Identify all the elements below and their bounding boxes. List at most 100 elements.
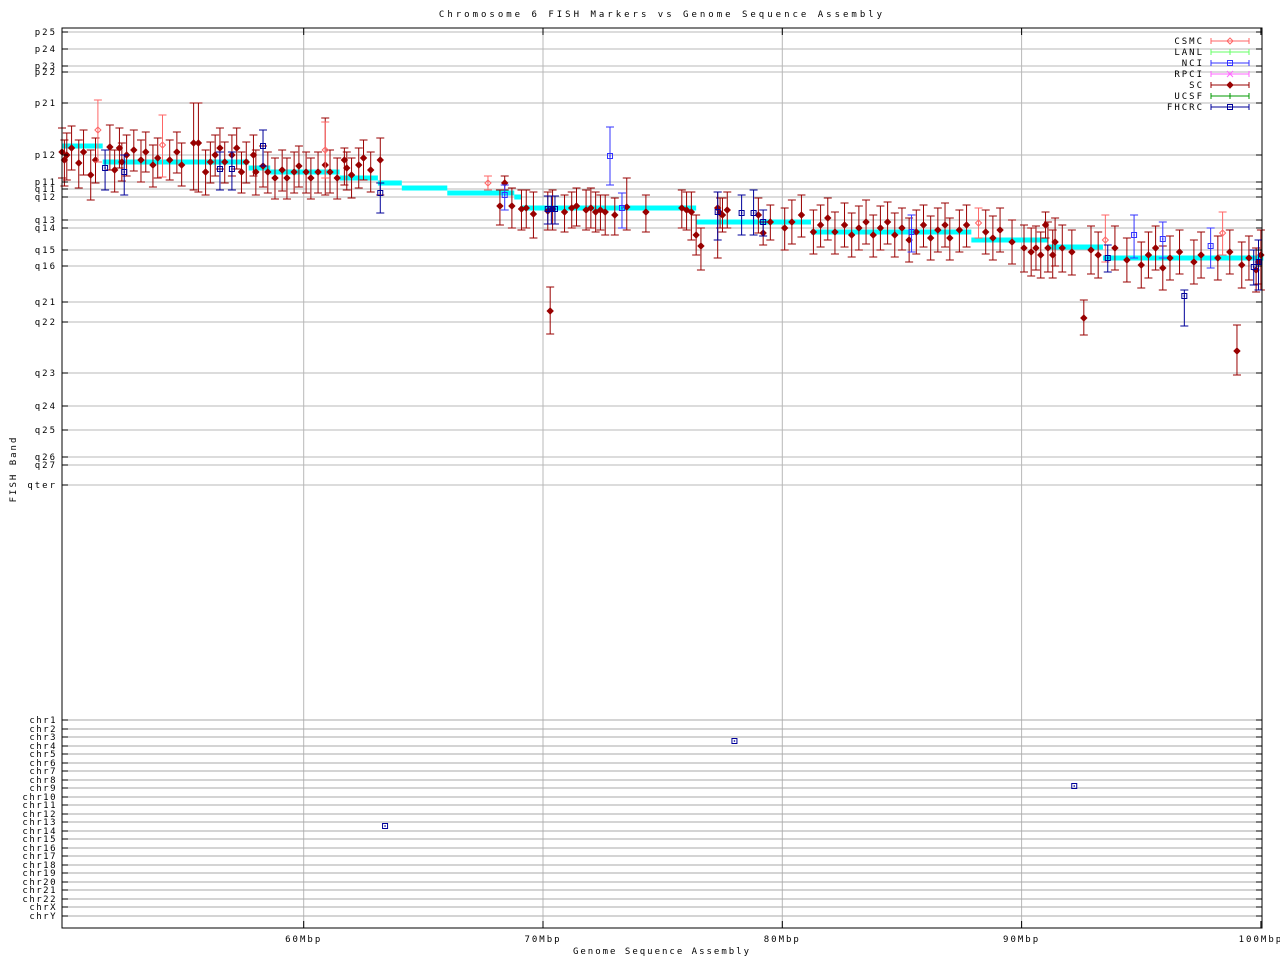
data-point-diamond	[217, 145, 223, 151]
data-point-diamond	[497, 203, 503, 209]
data-point-square-dot	[1229, 62, 1230, 63]
y-tick-label: q25	[35, 426, 57, 436]
data-point-diamond	[1234, 348, 1240, 354]
data-point-diamond	[509, 203, 515, 209]
data-point-diamond	[530, 211, 536, 217]
data-point-square-dot	[717, 211, 718, 212]
data-point-diamond	[174, 149, 180, 155]
data-point-square-dot	[609, 155, 610, 156]
y-tick-label: q16	[35, 262, 57, 272]
x-tick-label: 100Mbp	[1239, 935, 1280, 945]
data-point-diamond	[195, 140, 201, 146]
y-tick-label: q27	[35, 461, 57, 471]
y-tick-label: p21	[35, 99, 57, 109]
data-point-square-dot	[554, 208, 555, 209]
y-tick-label: q14	[35, 224, 57, 234]
data-point-diamond	[272, 175, 278, 181]
data-point-diamond	[76, 160, 82, 166]
data-point-diamond	[296, 163, 302, 169]
data-point-diamond	[107, 144, 113, 150]
y-tick-label: p24	[35, 45, 57, 55]
data-point-square-dot	[1133, 234, 1134, 235]
data-point-diamond	[88, 172, 94, 178]
data-point-diamond	[377, 157, 383, 163]
data-point-diamond	[818, 222, 824, 228]
legend-label: CSMC	[1174, 37, 1204, 47]
legend-label: RPCI	[1174, 70, 1204, 80]
y-tick-label: q22	[35, 318, 57, 328]
data-point-square-dot	[262, 145, 263, 146]
data-point-diamond	[143, 149, 149, 155]
data-point-diamond	[334, 175, 340, 181]
data-point-diamond	[928, 235, 934, 241]
x-tick-label: 70Mbp	[524, 935, 561, 945]
data-point-diamond	[693, 232, 699, 238]
y-tick-label: p25	[35, 28, 57, 38]
data-point-diamond	[983, 229, 989, 235]
data-point-square-dot	[219, 168, 220, 169]
data-point-square-dot	[504, 194, 505, 195]
y-tick-label: q23	[35, 369, 57, 379]
data-point-square-dot	[104, 167, 105, 168]
x-tick-label: 80Mbp	[764, 935, 801, 945]
y-tick-label: q24	[35, 402, 57, 412]
data-point-square-dot	[1184, 295, 1185, 296]
data-point-diamond	[1227, 82, 1233, 88]
plot-svg: p25p24p23p22p21p12p11q11q12q13q14q15q16q…	[0, 0, 1280, 960]
data-point-square-dot	[1107, 257, 1108, 258]
data-point-diamond	[212, 152, 218, 158]
data-point-diamond	[1081, 315, 1087, 321]
data-point-square-dot	[1162, 238, 1163, 239]
data-point-diamond	[81, 149, 87, 155]
data-point-square-dot	[734, 740, 735, 741]
data-point-diamond	[698, 243, 704, 249]
y-tick-label: qter	[27, 481, 57, 491]
y-tick-label: q21	[35, 298, 57, 308]
data-point-diamond	[234, 145, 240, 151]
data-point-diamond	[284, 175, 290, 181]
x-tick-label: 60Mbp	[285, 935, 322, 945]
legend-label: LANL	[1174, 48, 1204, 58]
data-point-square-dot	[753, 212, 754, 213]
data-point-diamond	[368, 167, 374, 173]
data-point-diamond	[356, 162, 362, 168]
data-point-square-dot	[741, 212, 742, 213]
data-point-square-dot	[547, 208, 548, 209]
data-point-square-dot	[911, 231, 912, 232]
data-point-diamond	[947, 235, 953, 241]
fish-marker-chart: Chromosome 6 FISH Markers vs Genome Sequ…	[0, 0, 1280, 960]
data-point-diamond	[238, 169, 244, 175]
data-point-diamond	[1095, 252, 1101, 258]
y-tick-label: q15	[35, 246, 57, 256]
legend-label: SC	[1189, 81, 1204, 91]
data-point-square-dot	[551, 208, 552, 209]
data-point-square-dot	[124, 171, 125, 172]
data-point-diamond	[842, 222, 848, 228]
data-point-square-dot	[1229, 106, 1230, 107]
data-point-square-dot	[380, 192, 381, 193]
data-point-diamond	[1138, 262, 1144, 268]
data-point-diamond	[942, 222, 948, 228]
data-point-diamond	[724, 207, 730, 213]
data-point-square-dot	[1074, 785, 1075, 786]
y-tick-label: p22	[35, 68, 57, 78]
data-point-diamond	[920, 222, 926, 228]
data-point-square-dot	[762, 221, 763, 222]
legend-label: NCI	[1182, 59, 1204, 69]
x-tick-label: 90Mbp	[1003, 935, 1040, 945]
data-point-square-dot	[384, 825, 385, 826]
data-point-diamond	[964, 222, 970, 228]
data-point-diamond	[798, 212, 804, 218]
y-tick-label: chrY	[29, 912, 57, 922]
data-point-square-dot	[1253, 266, 1254, 267]
data-point-diamond	[131, 147, 137, 153]
data-point-diamond	[203, 169, 209, 175]
data-point-diamond	[1239, 262, 1245, 268]
data-point-diamond	[547, 308, 553, 314]
y-tick-label: q12	[35, 193, 57, 203]
data-point-diamond	[361, 155, 367, 161]
legend-label: FHCRC	[1167, 103, 1204, 113]
data-point-square-dot	[1210, 245, 1211, 246]
data-point-square-dot	[1258, 261, 1259, 262]
data-point-square-dot	[621, 207, 622, 208]
